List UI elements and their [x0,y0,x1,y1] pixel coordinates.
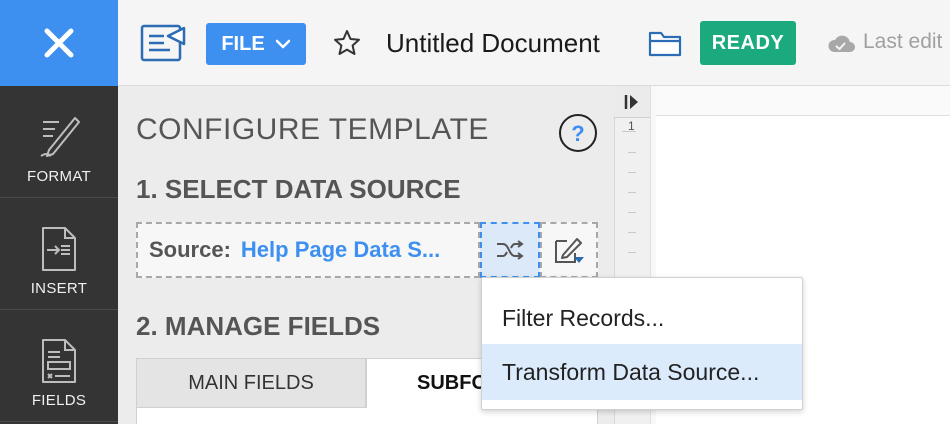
help-icon[interactable]: ? [558,113,598,153]
nav-item-fields[interactable]: FIELDS [0,310,118,422]
nav-label-insert: INSERT [30,280,88,297]
section-manage-fields: 2. MANAGE FIELDS [136,311,381,341]
section-select-data-source: 1. SELECT DATA SOURCE [136,174,461,204]
close-button[interactable] [0,0,118,86]
collapse-arrow-icon [624,94,638,109]
pen-icon [40,117,80,157]
insert-doc-icon [42,227,76,271]
menu-item-filter-records[interactable]: Filter Records... [482,290,802,346]
edit-source-button[interactable] [540,222,598,278]
nav-item-insert[interactable]: INSERT [0,198,118,310]
ruler-tick [628,172,636,173]
close-icon [44,28,74,58]
fields-doc-icon [42,339,76,383]
panel-title: CONFIGURE TEMPLATE [136,113,489,146]
folder-icon[interactable] [648,28,682,58]
nav-label-format: FORMAT [26,168,91,185]
top-ruler [656,86,950,116]
collapse-panel-button[interactable] [614,86,650,118]
merge-document-icon [140,24,186,62]
ruler-tick [628,152,636,153]
document-title[interactable]: Untitled Document [386,28,600,59]
app-window: FILE Untitled Document READY Last edit F… [0,0,950,424]
star-icon[interactable] [332,28,362,58]
data-source-field: Source: Help Page Data S... [136,222,480,278]
help-icon-symbol: ? [571,121,584,146]
left-nav: FORMAT INSERT FIELDS [0,86,118,424]
source-label: Source: [149,237,231,262]
ruler-tick [628,232,636,233]
source-value-link[interactable]: Help Page Data S... [241,237,440,263]
ruler-tick [628,212,636,213]
menu-item-transform-data-source[interactable]: Transform Data Source... [482,344,802,400]
file-menu-button[interactable]: FILE [206,23,306,65]
status-badge: READY [700,21,796,65]
chevron-down-icon [275,39,290,49]
shuffle-icon [497,240,524,260]
file-button-label: FILE [221,32,265,55]
nav-item-format[interactable]: FORMAT [0,86,118,198]
cloud-icon [828,35,855,52]
edit-dropdown-icon [555,238,584,263]
tab-main-fields[interactable]: MAIN FIELDS [136,358,366,408]
last-edit-text: Last edit [863,30,943,53]
top-toolbar: FILE Untitled Document READY Last edit [118,0,950,86]
ruler-tick [628,192,636,193]
transform-source-button[interactable] [480,222,540,278]
ruler-tick [622,131,636,132]
tab-content-area [136,408,598,424]
ruler-tick [628,252,636,253]
source-options-menu: Filter Records... Transform Data Source.… [481,277,803,410]
nav-label-fields: FIELDS [31,392,87,409]
